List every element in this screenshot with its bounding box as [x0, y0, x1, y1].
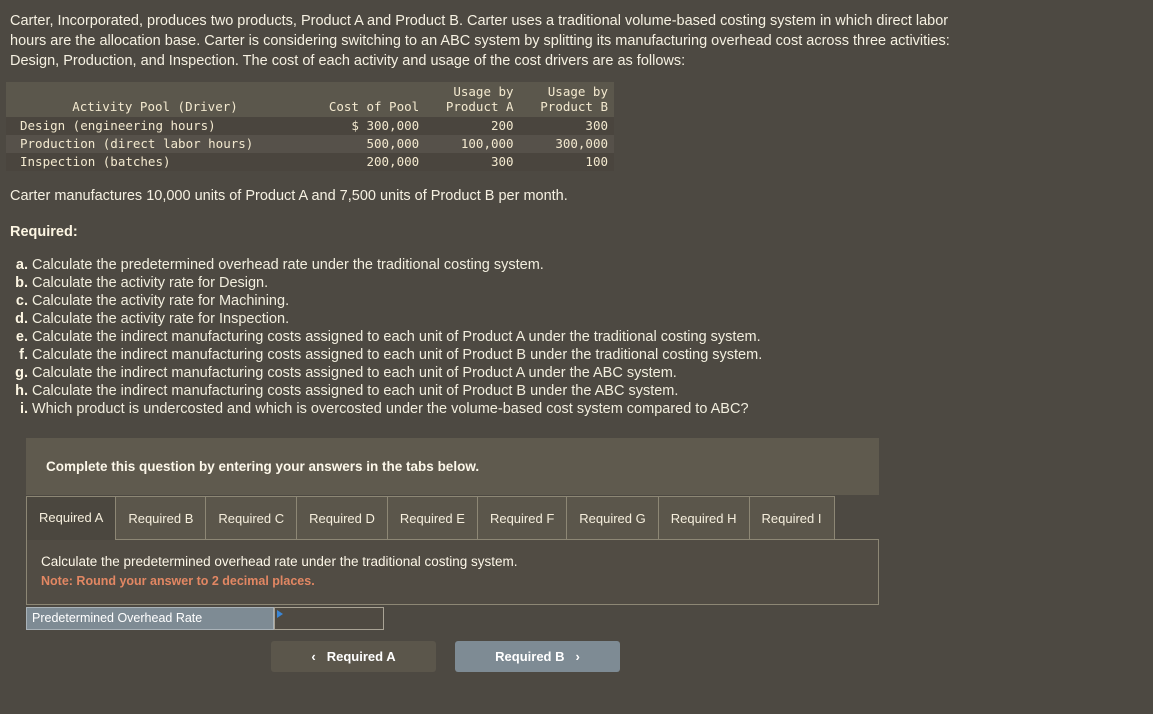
cell-cost: 500,000: [304, 135, 426, 153]
cell-usage-b: 100: [519, 153, 614, 171]
list-item-marker: c.: [15, 293, 28, 309]
active-tab-panel: Calculate the predetermined overhead rat…: [26, 540, 879, 605]
list-item-marker: a.: [15, 257, 28, 273]
list-item: h. Calculate the indirect manufacturing c…: [10, 382, 1153, 400]
table-header-row: Activity Pool (Driver) Cost of Pool Usag…: [6, 82, 614, 117]
list-item-marker: i.: [19, 401, 28, 417]
tab-required-f[interactable]: Required F: [476, 496, 568, 539]
list-item-text: Calculate the activity rate for Design.: [32, 275, 269, 291]
answer-row-label: Predetermined Overhead Rate: [26, 607, 274, 630]
list-item-text: Calculate the indirect manufacturing cos…: [32, 365, 677, 381]
list-item-marker: h.: [15, 383, 28, 399]
chevron-right-icon: ›: [575, 649, 580, 664]
next-required-b-button[interactable]: Required B ›: [455, 641, 620, 672]
header-activity-pool: Activity Pool (Driver): [6, 82, 304, 117]
card-instruction-text: Complete this question by entering your …: [46, 459, 480, 474]
list-item: b. Calculate the activity rate for Design…: [10, 274, 1153, 292]
header-usage-b-line2: Product B: [540, 99, 608, 114]
tab-required-a[interactable]: Required A: [26, 496, 117, 540]
cell-activity: Inspection (batches): [6, 153, 304, 171]
header-usage-b-line1: Usage by: [547, 84, 608, 99]
required-heading: Required:: [10, 224, 78, 240]
cell-usage-a: 300: [425, 153, 520, 171]
cell-activity: Production (direct labor hours): [6, 135, 304, 153]
activity-pool-table: Activity Pool (Driver) Cost of Pool Usag…: [6, 82, 614, 171]
list-item: c. Calculate the activity rate for Machin…: [10, 292, 1153, 310]
list-item-text: Which product is undercosted and which i…: [32, 401, 749, 417]
previous-required-a-button[interactable]: ‹ Required A: [271, 641, 436, 672]
cell-usage-a: 100,000: [425, 135, 520, 153]
problem-intro-text: Carter, Incorporated, produces two produ…: [10, 13, 950, 69]
header-cost-of-pool: Cost of Pool: [304, 82, 426, 117]
header-usage-a-line2: Product A: [445, 99, 514, 114]
header-usage-a-line1: Usage by: [453, 84, 514, 99]
list-item-marker: g.: [15, 365, 28, 381]
list-item-text: Calculate the activity rate for Inspecti…: [32, 311, 290, 327]
table-row: Production (direct labor hours) 500,000 …: [6, 135, 614, 153]
question-card: Complete this question by entering your …: [26, 438, 879, 605]
cell-usage-b: 300,000: [519, 135, 614, 153]
tab-required-d[interactable]: Required D: [296, 496, 388, 539]
list-item: f. Calculate the indirect manufacturing c…: [10, 346, 1153, 364]
tab-required-e[interactable]: Required E: [386, 496, 478, 539]
tab-required-g[interactable]: Required G: [566, 496, 659, 539]
tab-required-i[interactable]: Required I: [748, 496, 835, 539]
table-row: Inspection (batches) 200,000 300 100: [6, 153, 614, 171]
cell-usage-b: 300: [519, 117, 614, 135]
panel-rounding-note: Note: Round your answer to 2 decimal pla…: [41, 574, 315, 588]
next-button-label: Required B: [495, 649, 565, 664]
panel-question-text: Calculate the predetermined overhead rat…: [41, 554, 518, 569]
card-instruction-banner: Complete this question by entering your …: [26, 438, 879, 495]
list-item-text: Calculate the indirect manufacturing cos…: [32, 383, 679, 399]
list-item: g. Calculate the indirect manufacturing c…: [10, 364, 1153, 382]
cell-cost: $ 300,000: [304, 117, 426, 135]
requirement-tab-strip: Required A Required B Required C Require…: [26, 495, 879, 540]
list-item: i. Which product is undercosted and which…: [10, 400, 1153, 418]
units-per-month-text: Carter manufactures 10,000 units of Prod…: [10, 188, 568, 204]
list-item-marker: f.: [19, 347, 28, 363]
header-usage-product-a: Usage by Product A: [425, 82, 520, 117]
list-item-marker: e.: [15, 329, 28, 345]
chevron-left-icon: ‹: [311, 649, 316, 664]
list-item-text: Calculate the activity rate for Machinin…: [32, 293, 290, 309]
tab-required-h[interactable]: Required H: [657, 496, 750, 539]
tab-required-b[interactable]: Required B: [115, 496, 207, 539]
list-item-marker: d.: [15, 311, 28, 327]
list-item: a. Calculate the predetermined overhead r…: [10, 256, 1153, 274]
tab-required-c[interactable]: Required C: [205, 496, 298, 539]
table-row: Design (engineering hours) $ 300,000 200…: [6, 117, 614, 135]
requirements-list: a. Calculate the predetermined overhead r…: [0, 240, 1153, 418]
list-item-text: Calculate the predetermined overhead rat…: [32, 257, 544, 273]
header-usage-product-b: Usage by Product B: [519, 82, 614, 117]
list-item: d. Calculate the activity rate for Inspec…: [10, 310, 1153, 328]
answer-entry-row: Predetermined Overhead Rate: [26, 607, 384, 630]
list-item-text: Calculate the indirect manufacturing cos…: [32, 329, 761, 345]
previous-button-label: Required A: [326, 649, 396, 664]
list-item-marker: b.: [15, 275, 28, 291]
cell-activity: Design (engineering hours): [6, 117, 304, 135]
predetermined-overhead-rate-input[interactable]: [274, 607, 384, 630]
cell-usage-a: 200: [425, 117, 520, 135]
tab-navigation-row: ‹ Required A Required B ›: [271, 641, 620, 672]
list-item-text: Calculate the indirect manufacturing cos…: [32, 347, 763, 363]
cell-cost: 200,000: [304, 153, 426, 171]
list-item: e. Calculate the indirect manufacturing c…: [10, 328, 1153, 346]
cell-cursor-icon: [277, 610, 283, 618]
